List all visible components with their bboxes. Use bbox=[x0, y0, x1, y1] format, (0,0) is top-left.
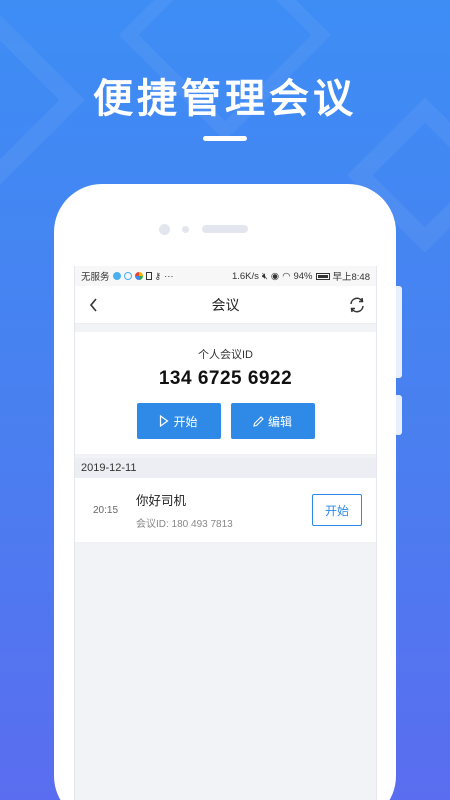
page-title: 会议 bbox=[211, 296, 240, 313]
camera-dot bbox=[159, 224, 170, 235]
refresh-icon bbox=[350, 297, 364, 312]
key-icon: ⚷ bbox=[154, 270, 162, 281]
pencil-icon bbox=[253, 415, 264, 427]
refresh-button[interactable] bbox=[346, 294, 368, 316]
phone-side-button bbox=[396, 395, 402, 435]
play-icon bbox=[160, 415, 170, 427]
wifi-icon: ◠ bbox=[282, 270, 291, 282]
meeting-time: 20:15 bbox=[93, 504, 119, 516]
battery-icon bbox=[315, 272, 330, 280]
status-bar: 无服务 ⚷ ··· 1.6K/s 🔇︎ ◉ ◠ 94% 早上8:48 bbox=[75, 266, 376, 286]
eye-icon: ◉ bbox=[270, 270, 280, 282]
start-label: 开始 bbox=[173, 414, 198, 429]
sensor-dot bbox=[182, 226, 189, 233]
headline-underline bbox=[203, 136, 247, 141]
carrier-text: 无服务 bbox=[81, 272, 110, 283]
personal-meeting-id-label: 个人会议ID bbox=[198, 349, 253, 361]
app-notification-icon bbox=[112, 272, 121, 280]
back-button[interactable] bbox=[83, 294, 105, 316]
speaker-grille bbox=[202, 225, 248, 233]
date-section-header: 2019-12-11 bbox=[75, 458, 376, 478]
network-speed: 1.6K/s bbox=[231, 270, 259, 282]
app-notification-icon bbox=[123, 272, 132, 280]
start-meeting-button[interactable]: 开始 bbox=[136, 403, 221, 439]
app-screen: 无服务 ⚷ ··· 1.6K/s 🔇︎ ◉ ◠ 94% 早上8:48 会议 个人… bbox=[74, 266, 377, 800]
nav-bar: 会议 bbox=[75, 286, 376, 324]
sim-icon bbox=[145, 272, 152, 280]
edit-meeting-button[interactable]: 编辑 bbox=[230, 403, 315, 439]
chevron-left-icon bbox=[89, 297, 97, 312]
phone-side-button bbox=[396, 286, 402, 378]
meeting-id: 会议ID: 180 493 7813 bbox=[136, 519, 233, 530]
clock: 早上8:48 bbox=[332, 272, 371, 283]
meeting-list-item[interactable]: 20:15 你好司机 会议ID: 180 493 7813 开始 bbox=[75, 478, 376, 542]
mute-icon: 🔇︎ bbox=[261, 270, 268, 282]
personal-meeting-id: 134 6725 6922 bbox=[158, 368, 293, 389]
edit-label: 编辑 bbox=[267, 414, 292, 429]
battery-percent: 94% bbox=[293, 270, 313, 282]
meeting-start-button[interactable]: 开始 bbox=[312, 494, 362, 526]
meeting-name: 你好司机 bbox=[136, 494, 187, 508]
app-notification-icon bbox=[134, 272, 143, 280]
promo-headline: 便捷管理会议 bbox=[93, 76, 357, 122]
more-notifications: ··· bbox=[164, 270, 174, 282]
personal-meeting-card: 个人会议ID 134 6725 6922 开始 编辑 bbox=[75, 332, 376, 454]
